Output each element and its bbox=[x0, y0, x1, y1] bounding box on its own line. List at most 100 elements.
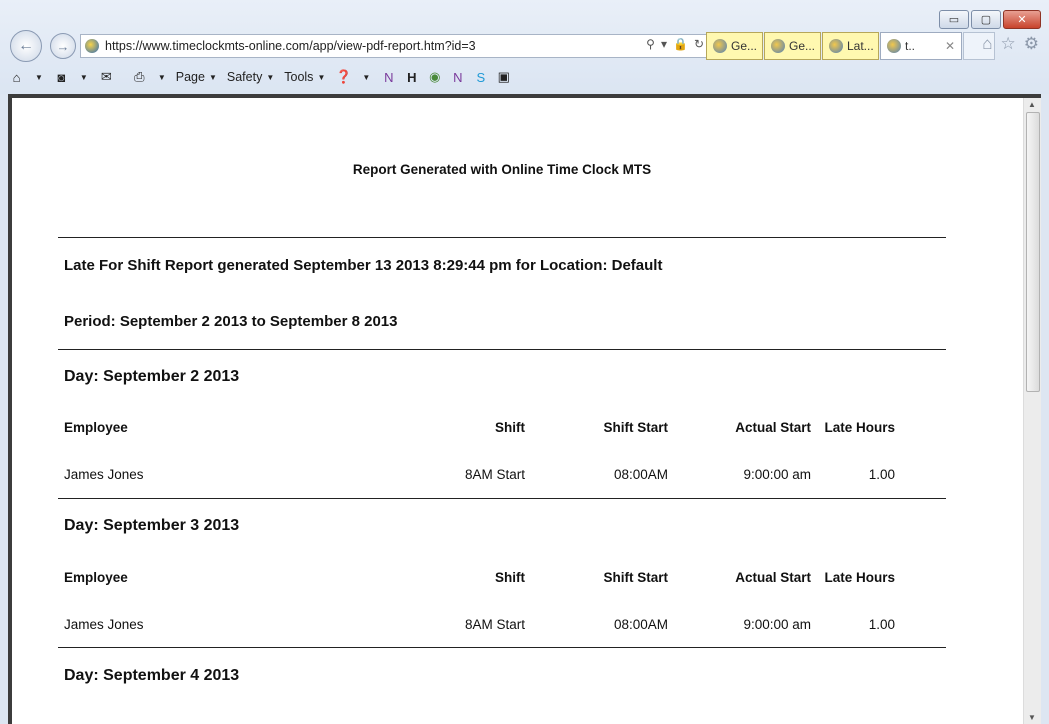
page-menu[interactable]: Page ▼ bbox=[176, 70, 217, 84]
help-icon: ❓ bbox=[335, 69, 352, 84]
column-header-shift: Shift bbox=[495, 420, 525, 435]
column-header-employee: Employee bbox=[64, 420, 128, 435]
tab-label: Ge... bbox=[731, 39, 758, 53]
cell-shift-start: 08:00AM bbox=[613, 617, 668, 632]
help-menu-button[interactable]: ❓ ▼ bbox=[335, 69, 371, 86]
tab-2[interactable]: Ge... bbox=[764, 32, 821, 60]
mail-icon: ✉ bbox=[100, 69, 112, 84]
refresh-icon[interactable]: ↻ bbox=[694, 37, 704, 51]
url-text: https://www.timeclockmts-online.com/app/… bbox=[105, 39, 476, 53]
column-header-employee: Employee bbox=[64, 570, 128, 585]
column-header-actual-start: Actual Start bbox=[735, 420, 811, 435]
close-window-button[interactable]: ✕ bbox=[1003, 10, 1041, 29]
address-bar[interactable]: https://www.timeclockmts-online.com/app/… bbox=[80, 34, 711, 58]
browser-chrome: ▭ ▢ ✕ ← → https://www.timeclockmts-onlin… bbox=[0, 0, 1049, 94]
chevron-down-icon: ▼ bbox=[35, 72, 43, 82]
tab-active[interactable]: t.. ✕ bbox=[880, 32, 962, 60]
day-heading: Day: September 4 2013 bbox=[64, 667, 240, 684]
home-icon: ⌂ bbox=[12, 69, 21, 85]
chevron-down-icon: ▼ bbox=[208, 72, 217, 82]
cell-late-hours: 1.00 bbox=[868, 467, 895, 482]
cell-employee: James Jones bbox=[64, 467, 144, 482]
cell-late-hours: 1.00 bbox=[868, 617, 895, 632]
maximize-button[interactable]: ▢ bbox=[971, 10, 1001, 29]
tab-label: t.. bbox=[905, 39, 916, 53]
column-header-shift: Shift bbox=[495, 570, 525, 585]
divider bbox=[58, 647, 946, 648]
vertical-scrollbar[interactable]: ▲ ▼ bbox=[1023, 98, 1041, 724]
day-heading: Day: September 2 2013 bbox=[64, 368, 240, 385]
favorites-star-icon[interactable]: ☆ bbox=[1001, 34, 1016, 54]
cell-shift: 8AM Start bbox=[464, 467, 525, 482]
address-bar-icons: ⚲ ▾ 🔒 ↻ bbox=[646, 37, 704, 51]
arrow-left-icon: ← bbox=[18, 37, 34, 54]
column-header-late-hours: Late Hours bbox=[824, 570, 895, 585]
chevron-down-icon: ▼ bbox=[79, 72, 88, 82]
column-header-late-hours: Late Hours bbox=[824, 420, 895, 435]
safety-menu-label: Safety bbox=[226, 70, 263, 84]
tab-favicon-icon bbox=[771, 39, 785, 53]
tools-menu[interactable]: Tools ▼ bbox=[284, 70, 325, 84]
close-tab-icon[interactable]: ✕ bbox=[945, 39, 955, 53]
arrow-right-icon: → bbox=[56, 38, 70, 54]
rss-feed-icon: ◙ bbox=[57, 69, 66, 85]
back-button[interactable]: ← bbox=[10, 30, 42, 62]
dropdown-arrow-icon[interactable]: ▾ bbox=[661, 37, 667, 51]
report-generated-title: Report Generated with Online Time Clock … bbox=[352, 162, 652, 177]
chevron-down-icon: ▼ bbox=[266, 72, 275, 82]
scrollbar-thumb[interactable] bbox=[1026, 112, 1040, 392]
cell-actual-start: 9:00:00 am bbox=[743, 467, 811, 482]
chevron-down-icon: ▼ bbox=[157, 72, 166, 82]
onenote-linked-icon[interactable]: N bbox=[380, 69, 397, 86]
tab-favicon-icon bbox=[887, 39, 901, 53]
skype-icon[interactable]: S bbox=[472, 69, 489, 86]
tab-favicon-icon bbox=[713, 39, 727, 53]
navigation-bar: ← → https://www.timeclockmts-online.com/… bbox=[8, 30, 1043, 62]
report-period: Period: September 2 2013 to September 8 … bbox=[64, 313, 398, 330]
column-header-shift-start: Shift Start bbox=[603, 570, 668, 585]
page-menu-label: Page bbox=[175, 70, 205, 84]
chevron-down-icon: ▼ bbox=[362, 72, 371, 82]
column-header-actual-start: Actual Start bbox=[735, 570, 811, 585]
site-favicon-icon bbox=[85, 39, 99, 53]
cell-shift: 8AM Start bbox=[464, 617, 525, 632]
cell-actual-start: 9:00:00 am bbox=[743, 617, 811, 632]
scroll-up-arrow-icon[interactable]: ▲ bbox=[1028, 100, 1036, 109]
settings-gear-icon[interactable]: ⚙ bbox=[1024, 34, 1039, 54]
minimize-button[interactable]: ▭ bbox=[939, 10, 969, 29]
divider bbox=[58, 349, 946, 350]
divider bbox=[58, 237, 946, 238]
lock-icon[interactable]: 🔒 bbox=[673, 37, 688, 51]
search-icon[interactable]: ⚲ bbox=[646, 37, 655, 51]
tab-strip: Ge... Ge... Lat... t.. ✕ bbox=[706, 32, 995, 60]
cell-shift-start: 08:00AM bbox=[613, 467, 668, 482]
feeds-menu-button[interactable]: ◙ ▼ bbox=[53, 69, 88, 86]
browser-action-icons: ⌂ ☆ ⚙ bbox=[982, 34, 1039, 54]
tab-1[interactable]: Ge... bbox=[706, 32, 763, 60]
command-bar: ⌂ ▼ ◙ ▼ ✉ ⎙ ▼ Page ▼ Safety ▼ Tools ▼ ❓ ▼ N H ◉… bbox=[8, 64, 1043, 90]
page-viewport: Report Generated with Online Time Clock … bbox=[8, 94, 1041, 724]
read-mail-button[interactable]: ✉ bbox=[98, 69, 121, 86]
home-icon[interactable]: ⌂ bbox=[982, 34, 992, 54]
window-controls: ▭ ▢ ✕ bbox=[937, 10, 1041, 29]
divider bbox=[58, 498, 946, 499]
chevron-down-icon: ▼ bbox=[317, 72, 326, 82]
home-menu-button[interactable]: ⌂ ▼ bbox=[8, 69, 43, 86]
tab-label: Lat... bbox=[847, 39, 874, 53]
eye-extension-icon[interactable]: ◉ bbox=[426, 69, 443, 86]
tab-favicon-icon bbox=[829, 39, 843, 53]
tools-menu-label: Tools bbox=[284, 70, 314, 84]
scroll-down-arrow-icon[interactable]: ▼ bbox=[1028, 713, 1036, 722]
forward-button[interactable]: → bbox=[50, 33, 76, 59]
evernote-icon[interactable]: ▣ bbox=[495, 69, 512, 86]
day-heading: Day: September 3 2013 bbox=[64, 517, 240, 534]
column-header-shift-start: Shift Start bbox=[603, 420, 668, 435]
tab-3[interactable]: Lat... bbox=[822, 32, 879, 60]
onenote-icon[interactable]: N bbox=[449, 69, 466, 86]
tab-label: Ge... bbox=[789, 39, 816, 53]
safety-menu[interactable]: Safety ▼ bbox=[227, 70, 274, 84]
cell-employee: James Jones bbox=[64, 617, 144, 632]
h-extension-icon[interactable]: H bbox=[403, 69, 420, 86]
print-menu-button[interactable]: ⎙ ▼ bbox=[131, 69, 166, 86]
printer-icon: ⎙ bbox=[134, 69, 145, 84]
